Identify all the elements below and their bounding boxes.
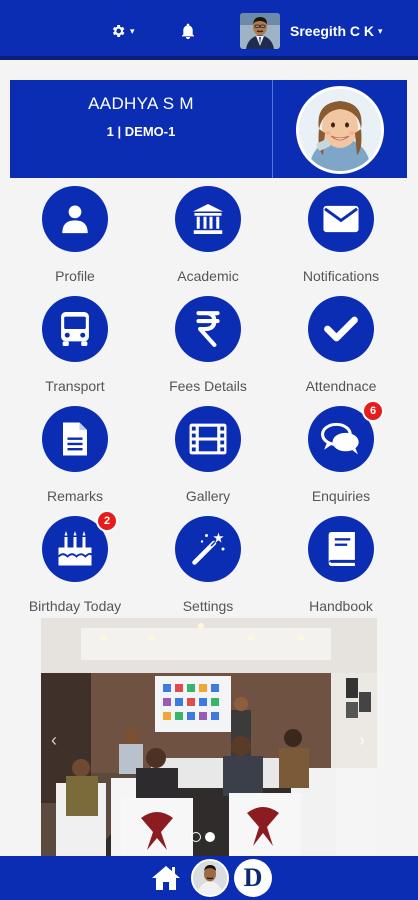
- student-class: 1 | DEMO-1: [106, 124, 176, 139]
- carousel-slide-image: [41, 618, 377, 856]
- chevron-down-icon: ▾: [130, 25, 135, 36]
- menu-item-label: Enquiries: [311, 488, 371, 504]
- menu-item-transport[interactable]: Transport: [10, 296, 140, 406]
- user-menu[interactable]: Sreegith C K ▾: [240, 13, 383, 49]
- document-icon: [63, 422, 87, 456]
- menu-item-label: Attendnace: [305, 378, 377, 394]
- student-card: AADHYA S M 1 | DEMO-1: [10, 80, 407, 178]
- home-icon: [152, 866, 180, 890]
- birthday-cake-icon: [57, 531, 93, 566]
- student-photo[interactable]: [296, 86, 384, 174]
- profile-avatar-button[interactable]: [191, 859, 229, 897]
- menu-item-label: Handbook: [309, 598, 373, 614]
- check-icon: [324, 316, 358, 342]
- bus-icon: [61, 312, 89, 346]
- menu-item-circle: [308, 516, 374, 582]
- menu-item-circle: [42, 186, 108, 252]
- menu-item-remarks[interactable]: Remarks: [10, 406, 140, 516]
- carousel-dot[interactable]: [191, 832, 201, 842]
- menu-item-label: Fees Details: [169, 378, 247, 394]
- bell-icon: [182, 23, 194, 39]
- menu-item-circle: [308, 186, 374, 252]
- menu-item-handbook[interactable]: Handbook: [276, 516, 406, 626]
- student-name: AADHYA S M: [88, 94, 194, 113]
- menu-item-label: Birthday Today: [28, 598, 122, 614]
- chat-icon: [321, 422, 359, 455]
- menu-item-academic[interactable]: Academic: [143, 186, 273, 296]
- magic-wand-icon: [192, 532, 225, 565]
- notification-bell[interactable]: [180, 22, 196, 40]
- menu-item-circle: [308, 296, 374, 362]
- enquiries-count-badge: 6: [362, 400, 384, 422]
- menu-item-circle: [175, 406, 241, 472]
- menu-item-label: Remarks: [46, 488, 103, 504]
- menu-item-gallery[interactable]: Gallery: [143, 406, 273, 516]
- image-carousel[interactable]: ‹ ›: [41, 618, 377, 856]
- carousel-dot-active[interactable]: [205, 832, 215, 842]
- menu-item-profile[interactable]: Profile: [10, 186, 140, 296]
- menu-item-circle: [175, 516, 241, 582]
- chevron-down-icon: ▾: [378, 25, 383, 36]
- institution-icon: [193, 204, 223, 234]
- rupee-icon: [196, 311, 220, 347]
- menu-item-circle: [175, 296, 241, 362]
- gear-icon: [112, 25, 125, 37]
- carousel-dots: [191, 832, 215, 842]
- settings-dropdown[interactable]: ▾: [110, 22, 138, 40]
- menu-item-label: Notifications: [302, 268, 380, 284]
- book-icon: [328, 532, 355, 566]
- card-divider: [272, 80, 273, 178]
- menu-item-settings[interactable]: Settings: [143, 516, 273, 626]
- bottom-nav-bar: D: [0, 856, 418, 900]
- film-icon: [189, 423, 227, 455]
- menu-item-label: Settings: [182, 598, 234, 614]
- birthday-count-badge: 2: [96, 510, 118, 532]
- menu-item-label: Gallery: [185, 488, 231, 504]
- menu-item-label: Academic: [177, 268, 239, 284]
- menu-item-circle: [175, 186, 241, 252]
- carousel-prev-arrow[interactable]: ‹: [51, 730, 57, 751]
- carousel-next-arrow[interactable]: ›: [359, 730, 365, 751]
- home-button[interactable]: [150, 864, 182, 892]
- app-logo-d-button[interactable]: D: [234, 859, 272, 897]
- envelope-icon: [323, 205, 359, 233]
- menu-item-fees-details[interactable]: Fees Details: [143, 296, 273, 406]
- menu-item-label: Transport: [45, 378, 105, 394]
- top-bar: ▾ Sreegith C K ▾: [0, 0, 418, 60]
- menu-item-notifications[interactable]: Notifications: [276, 186, 406, 296]
- user-avatar: [240, 13, 280, 49]
- menu-item-circle: [42, 296, 108, 362]
- menu-item-birthday-today[interactable]: 2 Birthday Today: [10, 510, 140, 626]
- menu-item-attendnace[interactable]: Attendnace: [276, 296, 406, 406]
- menu-item-enquiries[interactable]: 6 Enquiries: [276, 400, 406, 516]
- user-name: Sreegith C K: [290, 23, 375, 39]
- user-icon: [62, 205, 88, 234]
- menu-item-circle: [42, 406, 108, 472]
- menu-item-label: Profile: [55, 268, 95, 284]
